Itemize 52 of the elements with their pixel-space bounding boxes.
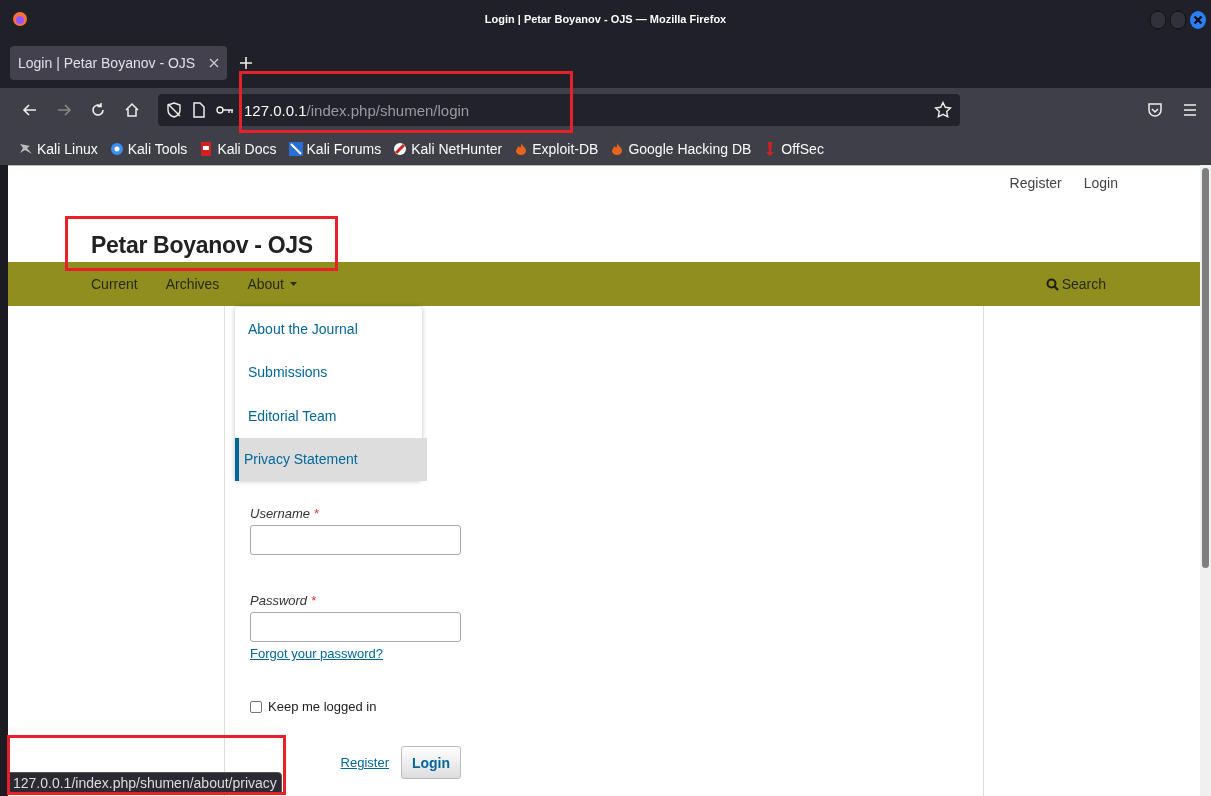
checkbox[interactable]	[250, 700, 262, 713]
home-icon[interactable]	[124, 102, 140, 118]
back-icon[interactable]	[22, 102, 38, 118]
site-title[interactable]: Petar Boyanov - OJS	[91, 232, 313, 259]
key-icon[interactable]	[216, 104, 234, 116]
register-link[interactable]: Register	[340, 755, 389, 770]
menu-item[interactable]: Editorial Team	[235, 394, 422, 438]
bookmark-item[interactable]: Kali Tools	[108, 140, 188, 157]
search-link[interactable]: Search	[1045, 276, 1106, 292]
menu-item[interactable]: Privacy Statement	[235, 437, 427, 481]
close-button[interactable]	[1189, 10, 1207, 30]
username-field[interactable]	[250, 525, 461, 555]
reload-icon[interactable]	[90, 102, 106, 118]
bookmark-item[interactable]: Kali Docs	[198, 140, 277, 157]
globe-icon	[108, 140, 125, 157]
shield-icon[interactable]	[166, 102, 182, 118]
menu-item[interactable]: About the Journal	[235, 307, 422, 351]
field-label: Password *	[250, 593, 317, 608]
password-field[interactable]	[250, 612, 461, 642]
browser-tab[interactable]: Login | Petar Boyanov - OJS	[10, 46, 228, 80]
forgot-password-link[interactable]: Forgot your password?	[250, 646, 383, 661]
menu-item[interactable]: Submissions	[235, 350, 422, 394]
window-title: Login | Petar Boyanov - OJS — Mozilla Firefox	[484, 13, 727, 25]
bookmark-item[interactable]: OffSec	[762, 140, 824, 157]
search-icon	[1045, 277, 1059, 291]
page-icon	[192, 102, 206, 118]
field-label: Username *	[250, 506, 320, 521]
user-link[interactable]: Login	[1083, 175, 1118, 191]
nav-link[interactable]: Archives	[165, 276, 220, 292]
bookmark-item[interactable]: Kali NetHunter	[392, 140, 503, 157]
firefox-icon	[12, 11, 28, 27]
url-text: 127.0.0.1/index.php/shumen/login	[244, 101, 471, 119]
new-tab-button[interactable]	[239, 56, 254, 70]
close-icon[interactable]	[209, 58, 220, 68]
nav-link[interactable]: Current	[91, 276, 138, 292]
forward-icon[interactable]	[56, 102, 72, 118]
bookmark-item[interactable]: Kali Linux	[18, 140, 98, 157]
user-link[interactable]: Register	[1009, 175, 1062, 191]
bookmark-item[interactable]: Exploit-DB	[513, 140, 599, 157]
checkbox-label: Keep me logged in	[268, 699, 377, 714]
menu-icon[interactable]	[1183, 103, 1197, 117]
login-button[interactable]: Login	[401, 746, 461, 779]
flag-icon	[287, 140, 304, 157]
caret-icon	[289, 282, 297, 286]
pocket-icon[interactable]	[1147, 102, 1163, 118]
star-icon[interactable]	[934, 101, 952, 119]
bookmark-item[interactable]: Google Hacking DB	[609, 140, 752, 157]
status-url: 127.0.0.1/index.php/shumen/about/privacy	[13, 775, 277, 791]
address-bar[interactable]: 127.0.0.1/index.php/shumen/login	[158, 94, 960, 126]
nav-dropdown[interactable]: About	[247, 276, 297, 292]
bookmark-item[interactable]: Kali Forums	[287, 140, 382, 157]
round-icon	[392, 140, 409, 157]
